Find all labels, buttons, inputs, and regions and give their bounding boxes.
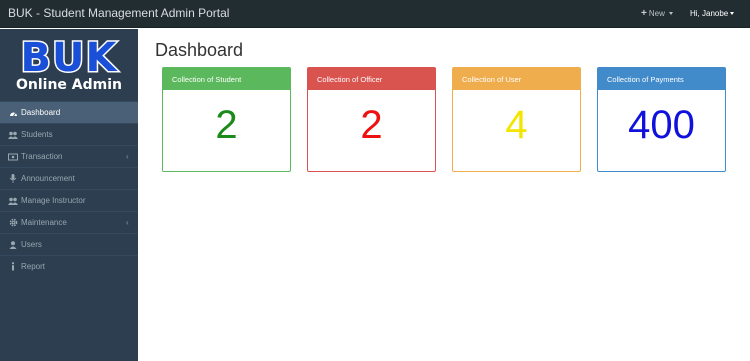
sidebar-item-manage-instructor[interactable]: Manage Instructor (0, 189, 138, 211)
sidebar-item-maintenance[interactable]: Maintenance ‹ (0, 211, 138, 233)
gear-icon (8, 218, 18, 228)
plus-icon: + (641, 7, 647, 19)
caret-down-icon (668, 12, 673, 15)
sidebar-item-report[interactable]: Report (0, 255, 138, 277)
app-title[interactable]: BUK - Student Management Admin Portal (8, 6, 229, 20)
card-value: 400 (628, 103, 695, 147)
dashboard-icon (8, 108, 18, 118)
card-value: 2 (360, 103, 383, 147)
page-title: Dashboard (155, 40, 244, 60)
sidebar-item-label: Transaction (21, 152, 63, 161)
sidebar-item-label: Maintenance (21, 218, 67, 227)
sidebar: BUK Online Admin Dashboard Students Tran… (0, 29, 138, 361)
users-icon (8, 130, 18, 140)
sidebar-item-label: Manage Instructor (21, 196, 86, 205)
sidebar-item-dashboard[interactable]: Dashboard (0, 101, 138, 123)
card-title: Collection of Payments (607, 74, 684, 84)
card-users[interactable]: Collection of User 4 (452, 67, 581, 172)
transaction-icon (8, 152, 18, 162)
buk-logo: BUK Online Admin (2, 31, 136, 93)
chevron-left-icon: ‹ (126, 218, 129, 227)
card-title: Collection of Officer (317, 74, 383, 84)
card-header: Collection of Officer (308, 68, 435, 90)
sidebar-item-label: Students (21, 130, 53, 139)
logo-main-text: BUK (21, 35, 119, 81)
card-students[interactable]: Collection of Student 2 (162, 67, 291, 172)
user-greeting: Hi, Janobe (690, 9, 729, 18)
chevron-left-icon: ‹ (126, 152, 129, 161)
sidebar-item-students[interactable]: Students (0, 123, 138, 145)
user-icon (8, 240, 18, 250)
card-value: 2 (215, 103, 238, 147)
card-header: Collection of User (453, 68, 580, 90)
card-title: Collection of Student (172, 74, 242, 84)
caret-down-icon (730, 12, 735, 15)
microphone-icon (8, 174, 18, 184)
card-payments[interactable]: Collection of Payments 400 (597, 67, 726, 172)
main-content: Dashboard Collection of Student 2 Collec… (138, 29, 750, 361)
card-title: Collection of User (462, 74, 522, 84)
sidebar-item-label: Users (21, 240, 42, 249)
sidebar-item-transaction[interactable]: Transaction ‹ (0, 145, 138, 167)
sidebar-item-users[interactable]: Users (0, 233, 138, 255)
sidebar-menu: Dashboard Students Transaction ‹ Announc… (0, 101, 138, 277)
user-menu[interactable]: Hi, Janobe (690, 9, 735, 18)
logo-subtitle: Online Admin (16, 77, 122, 93)
sidebar-item-label: Report (21, 262, 46, 271)
sidebar-item-label: Dashboard (21, 108, 61, 117)
card-header: Collection of Payments (598, 68, 725, 90)
card-officers[interactable]: Collection of Officer 2 (307, 67, 436, 172)
users-icon (8, 196, 18, 206)
new-dropdown[interactable]: + New (641, 7, 673, 19)
sidebar-item-label: Announcement (21, 174, 75, 183)
info-icon (8, 262, 18, 272)
card-header: Collection of Student (163, 68, 290, 90)
new-label: New (648, 9, 665, 18)
card-value: 4 (505, 103, 528, 147)
sidebar-item-announcement[interactable]: Announcement (0, 167, 138, 189)
top-navbar: BUK - Student Management Admin Portal + … (0, 0, 750, 28)
